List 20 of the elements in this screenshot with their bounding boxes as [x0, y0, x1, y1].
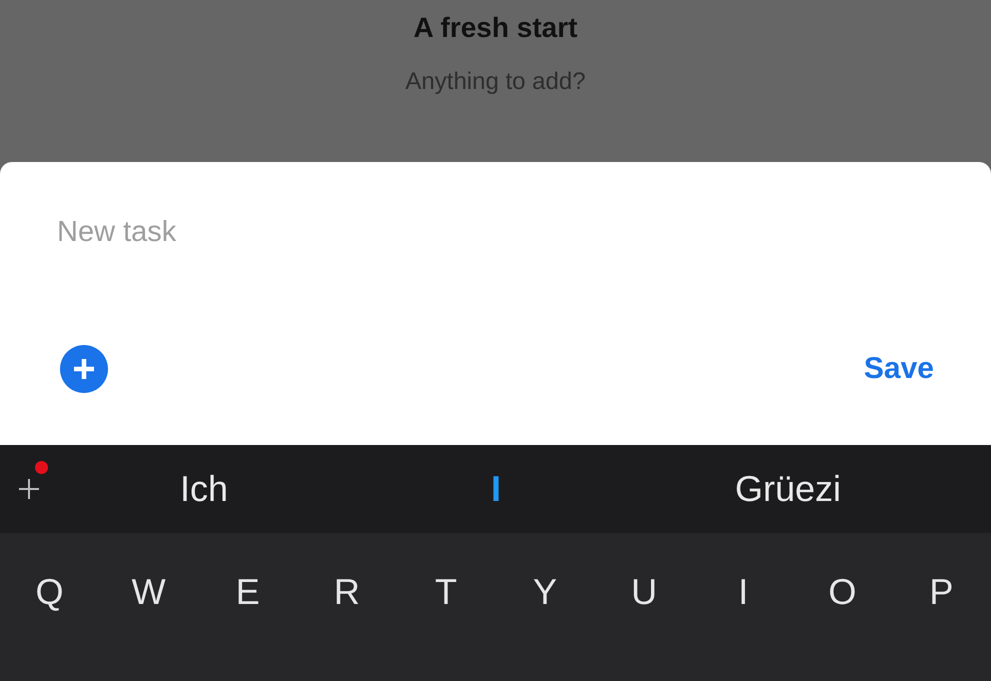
key[interactable]: Y	[495, 563, 595, 621]
key[interactable]: I	[694, 563, 793, 621]
key[interactable]: R	[297, 563, 396, 621]
key[interactable]: Q	[0, 563, 100, 621]
plus-icon	[71, 356, 97, 382]
page-title: A fresh start	[414, 12, 578, 44]
suggestion[interactable]: Ich	[58, 468, 350, 510]
key[interactable]: T	[396, 563, 496, 621]
add-details-button[interactable]	[60, 345, 108, 393]
task-input-field[interactable]: New task	[57, 216, 557, 249]
key[interactable]: O	[792, 563, 892, 621]
key[interactable]: W	[99, 563, 198, 621]
save-button[interactable]: Save	[864, 352, 934, 386]
suggestion[interactable]: I	[350, 468, 642, 510]
key[interactable]: E	[198, 563, 298, 621]
page-subtitle: Anything to add?	[405, 68, 586, 96]
key[interactable]: U	[594, 563, 694, 621]
key[interactable]: P	[892, 563, 991, 621]
plus-icon[interactable]	[17, 477, 41, 501]
suggestion[interactable]: Grüezi	[642, 468, 934, 510]
